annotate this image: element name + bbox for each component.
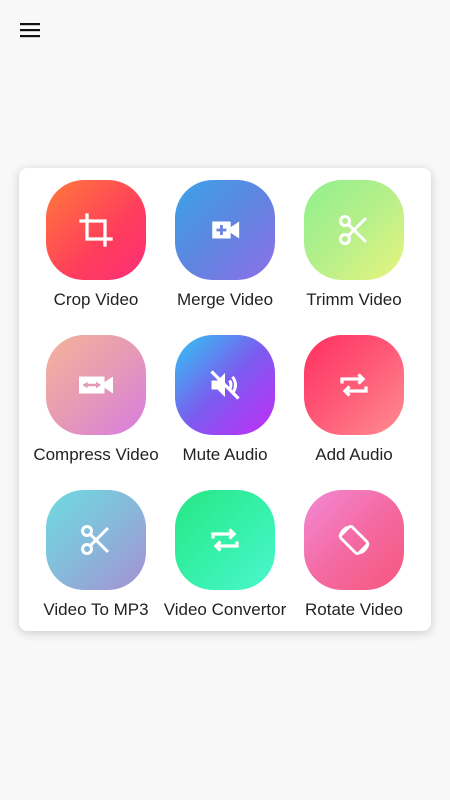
screen-rotation-icon: [338, 525, 370, 555]
scissors-icon: [339, 215, 368, 245]
trimm-video-button[interactable]: [304, 180, 404, 280]
video-resize-icon: [79, 376, 113, 394]
rotate-video-label: Rotate Video: [305, 600, 403, 619]
video-convertor-button[interactable]: [175, 490, 275, 590]
rotate-video-tile[interactable]: Rotate Video: [284, 490, 424, 640]
compress-video-label: Compress Video: [33, 445, 159, 464]
compress-video-button[interactable]: [46, 335, 146, 435]
crop-video-label: Crop Video: [53, 290, 139, 309]
crop-video-button[interactable]: [46, 180, 146, 280]
add-audio-button[interactable]: [304, 335, 404, 435]
menu-button[interactable]: [14, 14, 46, 46]
compress-video-tile[interactable]: Compress Video: [26, 335, 166, 485]
merge-video-label: Merge Video: [176, 290, 274, 309]
mute-audio-label: Mute Audio: [182, 445, 268, 464]
tools-card: Crop Video Merge Video Trimm Video Compr…: [19, 168, 431, 631]
repeat-icon: [211, 528, 239, 552]
repeat-icon: [340, 373, 368, 397]
hamburger-menu-icon: [20, 23, 40, 38]
add-audio-label: Add Audio: [315, 445, 393, 464]
video-add-icon: [212, 221, 240, 239]
merge-video-button[interactable]: [175, 180, 275, 280]
rotate-video-button[interactable]: [304, 490, 404, 590]
trimm-video-tile[interactable]: Trimm Video: [284, 180, 424, 330]
crop-icon: [79, 213, 113, 247]
crop-video-tile[interactable]: Crop Video: [26, 180, 166, 330]
video-convertor-label: Video Convertor: [163, 600, 287, 619]
video-to-mp3-label: Video To MP3: [43, 600, 149, 619]
video-to-mp3-button[interactable]: [46, 490, 146, 590]
add-audio-tile[interactable]: Add Audio: [284, 335, 424, 485]
volume-off-icon: [210, 370, 240, 400]
scissors-icon: [81, 525, 110, 555]
trimm-video-label: Trimm Video: [306, 290, 402, 309]
video-convertor-tile[interactable]: Video Convertor: [155, 490, 295, 640]
merge-video-tile[interactable]: Merge Video: [155, 180, 295, 330]
mute-audio-tile[interactable]: Mute Audio: [155, 335, 295, 485]
mute-audio-button[interactable]: [175, 335, 275, 435]
video-to-mp3-tile[interactable]: Video To MP3: [26, 490, 166, 640]
